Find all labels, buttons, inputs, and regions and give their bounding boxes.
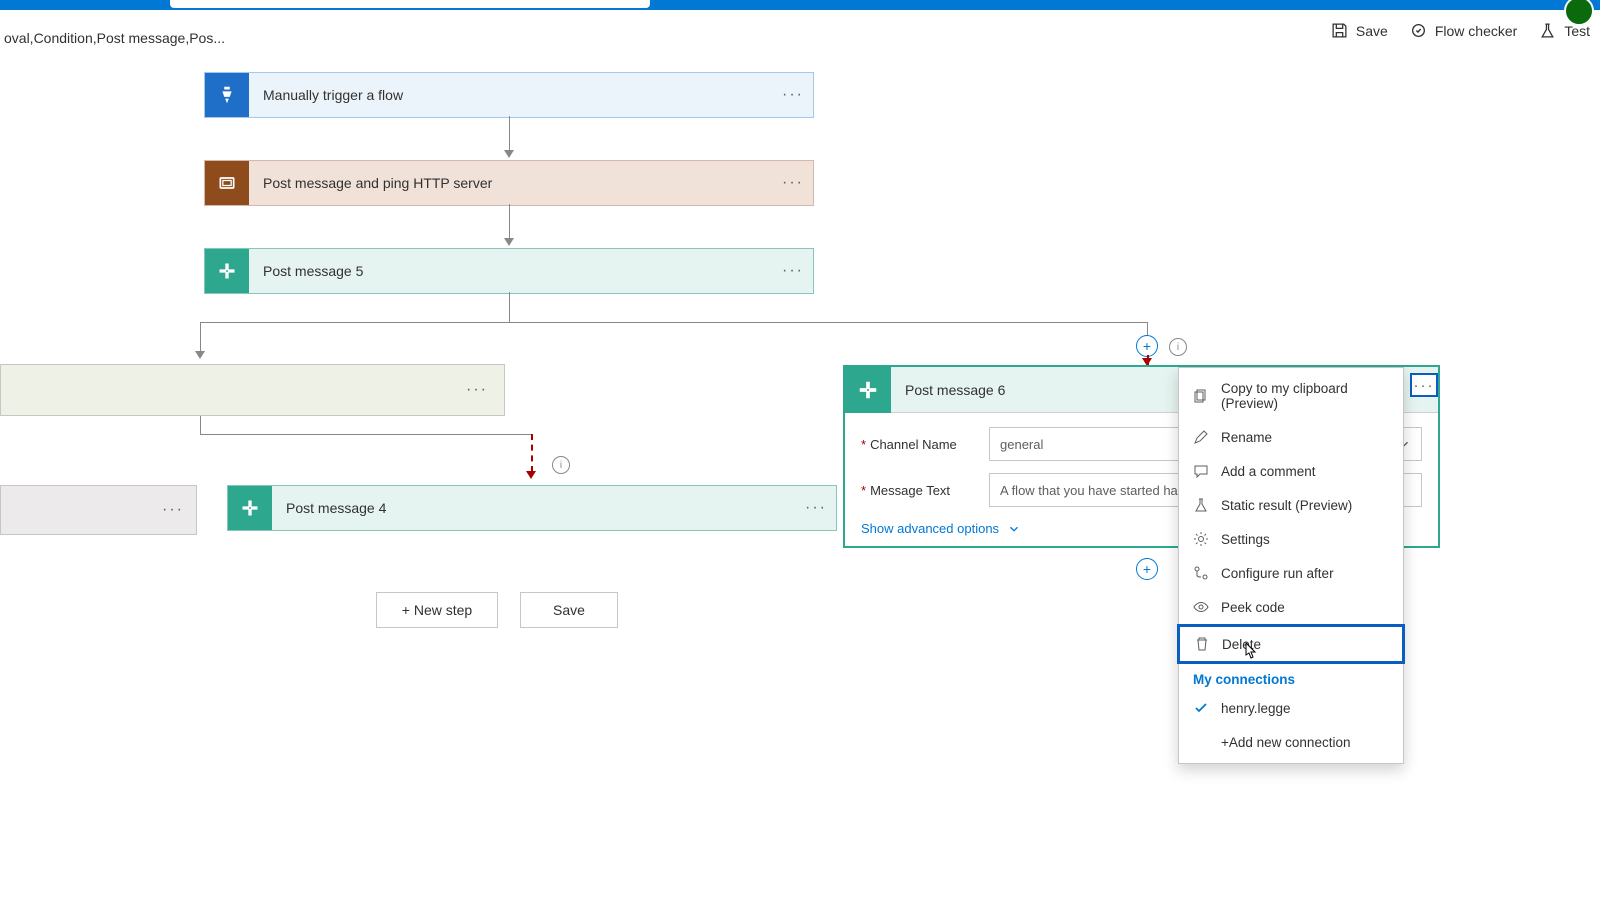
menu-peek-label: Peek code — [1221, 600, 1285, 615]
save-label: Save — [1356, 23, 1388, 39]
flow-canvas: Manually trigger a flow ··· Post message… — [0, 58, 1600, 900]
message-value: A flow that you have started has — [1000, 483, 1184, 498]
menu-peek-code[interactable]: Peek code — [1179, 590, 1403, 624]
test-label: Test — [1564, 23, 1590, 39]
info-icon[interactable]: i — [552, 456, 570, 474]
left-stub-card[interactable]: ··· — [0, 485, 197, 535]
menu-add-connection[interactable]: +Add new connection — [1179, 725, 1403, 759]
blank-icon — [1193, 734, 1209, 750]
menu-comment-label: Add a comment — [1221, 464, 1316, 479]
gear-icon — [1193, 531, 1209, 547]
check-icon — [1193, 700, 1209, 716]
branch-icon — [1193, 565, 1209, 581]
save-flow-button[interactable]: Save — [520, 592, 618, 628]
post5-more-button[interactable]: ··· — [773, 249, 813, 293]
trigger-title: Manually trigger a flow — [249, 87, 773, 103]
eye-icon — [1193, 599, 1209, 615]
post-message-5-card[interactable]: Post message 5 ··· — [204, 248, 814, 294]
menu-delete[interactable]: Delete — [1177, 624, 1405, 664]
connector-line — [509, 116, 510, 152]
channel-value: general — [1000, 437, 1043, 452]
insert-step-button[interactable]: + — [1136, 558, 1158, 580]
menu-rename-label: Rename — [1221, 430, 1272, 445]
menu-static-result[interactable]: Static result (Preview) — [1179, 488, 1403, 522]
trigger-icon — [205, 73, 249, 117]
test-icon — [1539, 22, 1556, 39]
test-button[interactable]: Test — [1539, 22, 1590, 39]
menu-rename[interactable]: Rename — [1179, 420, 1403, 454]
post4-more-button[interactable]: ··· — [796, 486, 836, 530]
arrow-icon — [504, 238, 514, 246]
menu-add-connection-label: +Add new connection — [1221, 735, 1350, 750]
save-icon — [1331, 22, 1348, 39]
show-advanced-link[interactable]: Show advanced options — [861, 519, 1021, 536]
connector-line — [509, 204, 510, 240]
connector-line — [200, 322, 201, 352]
connector-line — [200, 434, 531, 435]
menu-runafter-label: Configure run after — [1221, 566, 1334, 581]
scope-title: Post message and ping HTTP server — [249, 175, 773, 191]
context-menu: Copy to my clipboard (Preview) Rename Ad… — [1178, 367, 1404, 764]
search-placeholder-shadow — [170, 0, 650, 8]
flow-checker-label: Flow checker — [1435, 23, 1517, 39]
slack-icon — [845, 367, 891, 413]
insert-step-button[interactable]: + — [1136, 335, 1158, 357]
message-label: *Message Text — [861, 483, 989, 498]
copy-icon — [1193, 388, 1209, 404]
new-step-button[interactable]: + New step — [376, 592, 498, 628]
flow-toolbar: Save Flow checker Test — [1331, 22, 1590, 39]
show-advanced-label: Show advanced options — [861, 521, 999, 536]
save-button[interactable]: Save — [1331, 22, 1388, 39]
connector-dashed — [531, 434, 533, 472]
connector-line — [509, 292, 510, 322]
comment-icon — [1193, 463, 1209, 479]
trigger-card[interactable]: Manually trigger a flow ··· — [204, 72, 814, 118]
left-branch-card[interactable]: ··· — [0, 364, 505, 416]
menu-connection-label: henry.legge — [1221, 701, 1291, 716]
post6-more-button-active[interactable]: ··· — [1410, 373, 1438, 397]
breadcrumb: oval,Condition,Post message,Pos... — [4, 30, 225, 46]
connector-line — [200, 322, 1148, 323]
arrow-red-icon — [526, 471, 536, 479]
arrow-icon — [195, 351, 205, 359]
flow-checker-button[interactable]: Flow checker — [1410, 22, 1517, 39]
info-icon[interactable]: i — [1169, 338, 1187, 356]
menu-copy-clipboard[interactable]: Copy to my clipboard (Preview) — [1179, 372, 1403, 420]
slack-icon — [228, 486, 272, 530]
post-message-4-card[interactable]: Post message 4 ··· — [227, 485, 837, 531]
slack-icon — [205, 249, 249, 293]
pencil-icon — [1193, 429, 1209, 445]
menu-run-after[interactable]: Configure run after — [1179, 556, 1403, 590]
chevron-down-icon — [1007, 522, 1021, 536]
scope-card[interactable]: Post message and ping HTTP server ··· — [204, 160, 814, 206]
scope-icon — [205, 161, 249, 205]
trigger-more-button[interactable]: ··· — [773, 73, 813, 117]
cursor-icon — [1242, 641, 1260, 663]
left-stub-more-button[interactable]: ··· — [156, 490, 190, 530]
menu-add-comment[interactable]: Add a comment — [1179, 454, 1403, 488]
scope-more-button[interactable]: ··· — [773, 161, 813, 205]
flask-icon — [1193, 497, 1209, 513]
menu-connection-item[interactable]: henry.legge — [1179, 691, 1403, 725]
menu-connections-heading: My connections — [1179, 664, 1403, 691]
menu-settings-label: Settings — [1221, 532, 1270, 547]
channel-label: *Channel Name — [861, 437, 989, 452]
left-branch-more-button[interactable]: ··· — [460, 370, 494, 410]
post4-title: Post message 4 — [272, 500, 796, 516]
menu-settings[interactable]: Settings — [1179, 522, 1403, 556]
menu-copy-label: Copy to my clipboard (Preview) — [1221, 381, 1389, 411]
flow-checker-icon — [1410, 22, 1427, 39]
post5-title: Post message 5 — [249, 263, 773, 279]
connector-line — [200, 416, 201, 434]
footer-buttons: + New step Save — [376, 592, 618, 628]
menu-static-label: Static result (Preview) — [1221, 498, 1352, 513]
arrow-icon — [504, 150, 514, 158]
trash-icon — [1194, 636, 1210, 652]
